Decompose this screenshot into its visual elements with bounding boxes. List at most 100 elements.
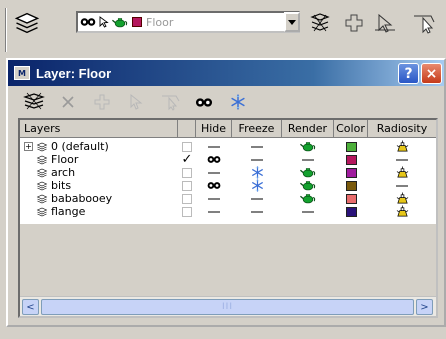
- select-icon[interactable]: [124, 91, 148, 113]
- scroll-left-button[interactable]: <: [22, 299, 39, 315]
- hide-eye-icon[interactable]: [80, 17, 96, 27]
- radiosity-toggle[interactable]: [368, 153, 436, 166]
- current-layer-toggle[interactable]: [178, 205, 196, 218]
- layer-stack-icon[interactable]: [306, 10, 334, 36]
- column-header-freeze[interactable]: Freeze: [232, 120, 282, 138]
- current-layer-toggle[interactable]: [178, 192, 196, 205]
- freeze-toggle[interactable]: [232, 205, 282, 218]
- help-button[interactable]: ?: [398, 63, 419, 84]
- delete-icon[interactable]: [56, 91, 80, 113]
- current-layer-checkbox[interactable]: [182, 180, 192, 191]
- render-toggle[interactable]: [282, 192, 334, 205]
- radiosity-icon: [395, 205, 410, 218]
- column-header-layers[interactable]: Layers: [20, 120, 178, 138]
- create-layer-icon[interactable]: [22, 91, 46, 113]
- color-swatch-cell[interactable]: [334, 179, 368, 192]
- layer-color-swatch[interactable]: [345, 193, 357, 204]
- render-toggle[interactable]: [282, 205, 334, 218]
- current-layer-toggle[interactable]: [178, 166, 196, 179]
- layer-row[interactable]: bababooey: [20, 192, 436, 205]
- render-teapot-icon[interactable]: [112, 17, 128, 28]
- current-layer-toggle[interactable]: ✓: [178, 153, 196, 166]
- layer-row[interactable]: flange: [20, 205, 436, 218]
- create-layer-icon[interactable]: [341, 10, 367, 36]
- color-swatch-cell[interactable]: [334, 192, 368, 205]
- layer-name-cell[interactable]: bits: [20, 179, 178, 192]
- set-current-icon[interactable]: [158, 91, 182, 113]
- render-toggle[interactable]: [282, 166, 334, 179]
- layer-row[interactable]: arch: [20, 166, 436, 179]
- layer-color-swatch[interactable]: [132, 17, 142, 27]
- scroll-right-button[interactable]: >: [416, 299, 433, 315]
- column-header-color[interactable]: Color: [334, 120, 368, 138]
- horizontal-scrollbar[interactable]: < III >: [20, 296, 436, 316]
- hide-toggle[interactable]: [196, 140, 232, 153]
- radiosity-toggle[interactable]: [368, 205, 436, 218]
- freeze-toggle[interactable]: [232, 140, 282, 153]
- layer-name-cell[interactable]: bababooey: [20, 192, 178, 205]
- move-to-layer-icon[interactable]: [372, 10, 400, 36]
- render-toggle[interactable]: [282, 179, 334, 192]
- layer-name-cell[interactable]: arch: [20, 166, 178, 179]
- dash-indicator: [208, 145, 220, 148]
- layer-dialog: M Layer: Floor ? × Layers Hide Freeze Re…: [6, 58, 446, 327]
- current-layer-checkbox[interactable]: [182, 206, 192, 217]
- list-empty-area: [20, 224, 436, 296]
- radiosity-toggle[interactable]: [368, 140, 436, 153]
- render-toggle[interactable]: [282, 153, 334, 166]
- layer-icon: [36, 142, 48, 152]
- layer-color-swatch[interactable]: [345, 180, 357, 191]
- freeze-toggle[interactable]: [232, 192, 282, 205]
- hide-toggle[interactable]: [196, 205, 232, 218]
- dash-indicator: [396, 184, 408, 187]
- close-button[interactable]: ×: [421, 63, 442, 84]
- column-header-radiosity[interactable]: Radiosity: [368, 120, 436, 138]
- column-header-render[interactable]: Render: [282, 120, 334, 138]
- layer-name-cell[interactable]: +0 (default): [20, 140, 178, 153]
- radiosity-toggle[interactable]: [368, 166, 436, 179]
- current-layer-checkbox[interactable]: [182, 141, 192, 152]
- layer-color-swatch[interactable]: [345, 167, 357, 178]
- column-header-current[interactable]: [178, 120, 196, 138]
- hide-toggle[interactable]: [196, 153, 232, 166]
- radiosity-toggle[interactable]: [368, 179, 436, 192]
- hide-eye-icon[interactable]: [192, 91, 216, 113]
- color-swatch-cell[interactable]: [334, 153, 368, 166]
- layer-row[interactable]: +0 (default): [20, 140, 436, 153]
- current-layer-name: Floor: [146, 15, 174, 29]
- freeze-snowflake-icon[interactable]: [226, 91, 250, 113]
- dropdown-arrow-button[interactable]: [284, 12, 300, 32]
- freeze-toggle[interactable]: [232, 153, 282, 166]
- layer-color-swatch[interactable]: [345, 154, 357, 165]
- color-swatch-cell[interactable]: [334, 140, 368, 153]
- freeze-toggle[interactable]: [232, 166, 282, 179]
- column-header-hide[interactable]: Hide: [196, 120, 232, 138]
- scroll-thumb[interactable]: III: [41, 299, 414, 315]
- select-arrow-icon[interactable]: [98, 16, 110, 28]
- add-icon[interactable]: [90, 91, 114, 113]
- layer-list-panel[interactable]: Layers Hide Freeze Render Color Radiosit…: [18, 118, 438, 318]
- layers-icon[interactable]: [12, 10, 42, 36]
- color-swatch-cell[interactable]: [334, 166, 368, 179]
- dialog-titlebar[interactable]: M Layer: Floor ? ×: [8, 60, 444, 86]
- hide-toggle[interactable]: [196, 192, 232, 205]
- current-layer-toggle[interactable]: [178, 179, 196, 192]
- radiosity-icon: [395, 166, 410, 179]
- select-by-layer-icon[interactable]: [410, 10, 438, 36]
- current-layer-checkbox[interactable]: [182, 167, 192, 178]
- layer-color-swatch[interactable]: [345, 141, 357, 152]
- radiosity-toggle[interactable]: [368, 192, 436, 205]
- hide-toggle[interactable]: [196, 179, 232, 192]
- hide-toggle[interactable]: [196, 166, 232, 179]
- current-layer-dropdown[interactable]: Floor: [76, 11, 300, 33]
- layer-name-cell[interactable]: Floor: [20, 153, 178, 166]
- layer-row[interactable]: Floor ✓: [20, 153, 436, 166]
- current-layer-checkbox[interactable]: [182, 193, 192, 204]
- layer-color-swatch[interactable]: [345, 206, 357, 217]
- layer-name-cell[interactable]: flange: [20, 205, 178, 218]
- color-swatch-cell[interactable]: [334, 205, 368, 218]
- layer-row[interactable]: bits: [20, 179, 436, 192]
- render-toggle[interactable]: [282, 140, 334, 153]
- expand-toggle[interactable]: +: [24, 142, 33, 151]
- freeze-toggle[interactable]: [232, 179, 282, 192]
